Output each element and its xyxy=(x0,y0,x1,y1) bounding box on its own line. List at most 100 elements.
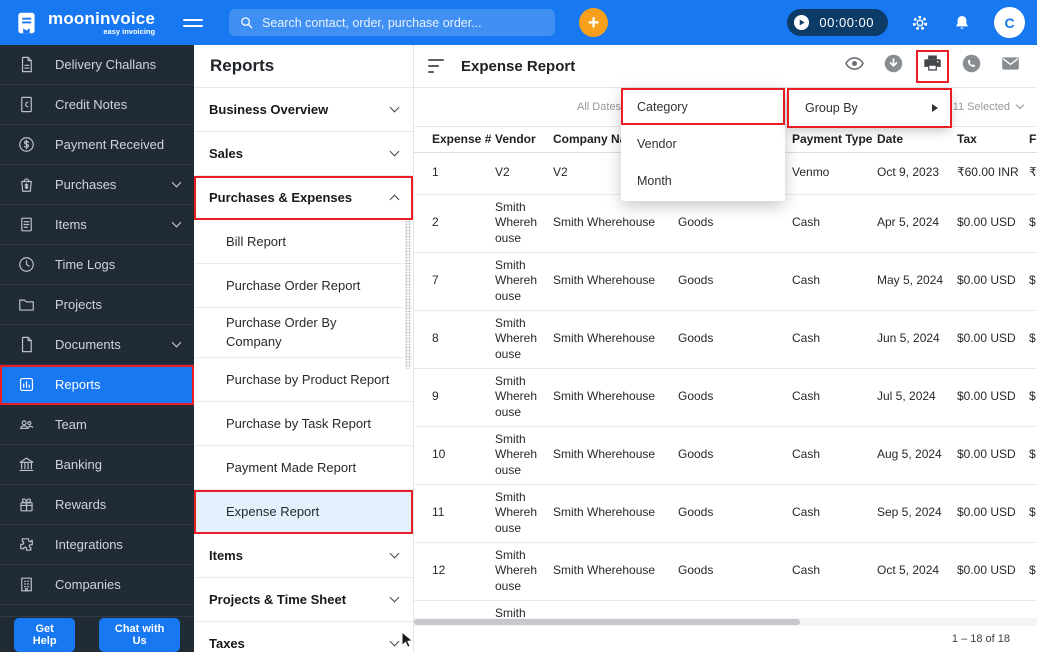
search-input[interactable] xyxy=(262,15,546,30)
play-icon[interactable] xyxy=(792,13,811,32)
table-row[interactable]: 2 Smith Wherehouse Smith Wherehouse Goods Ca… xyxy=(414,194,1037,253)
report-item-payment-made-report[interactable]: Payment Made Report xyxy=(194,446,413,490)
cell-company-name xyxy=(553,600,678,618)
chevron-down-icon xyxy=(389,636,400,647)
report-item-purchase-by-product-report[interactable]: Purchase by Product Report xyxy=(194,358,413,402)
sidebar-item-label: Team xyxy=(55,417,87,432)
report-row-label: Purchase by Task Report xyxy=(226,416,371,431)
cell-payment-type: Cash xyxy=(792,252,877,311)
cell-f: $ xyxy=(1029,310,1037,369)
sidebar-item-banking[interactable]: Banking xyxy=(0,445,194,485)
download-button[interactable] xyxy=(883,54,904,77)
sidebar-item-integrations[interactable]: Integrations xyxy=(0,525,194,565)
report-section-purchases-expenses[interactable]: Purchases & Expenses xyxy=(194,176,413,220)
companies-icon xyxy=(17,575,36,594)
sidebar-item-label: Items xyxy=(55,217,87,232)
sidebar-item-documents[interactable]: Documents xyxy=(0,325,194,365)
chevron-down-icon xyxy=(389,146,400,157)
horizontal-scrollbar[interactable] xyxy=(414,618,1037,626)
cell-company-name: Smith Wherehouse xyxy=(553,484,678,543)
sidebar: Delivery Challans Credit Notes Payment Rec… xyxy=(0,45,194,652)
global-search[interactable] xyxy=(229,9,556,36)
submenu-item-category[interactable]: Category xyxy=(621,88,785,125)
cell-category: Goods xyxy=(678,368,792,427)
sidebar-item-items[interactable]: Items xyxy=(0,205,194,245)
chat-with-us-button[interactable]: Chat with Us xyxy=(99,617,180,652)
sidebar-item-rewards[interactable]: Rewards xyxy=(0,485,194,525)
table-row[interactable]: 8 Smith Wherehouse Smith Wherehouse Goods Ca… xyxy=(414,310,1037,369)
bell-icon[interactable] xyxy=(952,13,972,33)
get-help-button[interactable]: Get Help xyxy=(14,617,76,652)
sidebar-item-team[interactable]: Team xyxy=(0,405,194,445)
report-row-label: Purchase by Product Report xyxy=(226,372,390,387)
report-item-purchase-order-report[interactable]: Purchase Order Report xyxy=(194,264,413,308)
column-header-date: Date xyxy=(877,127,957,153)
eye-button[interactable] xyxy=(844,56,865,77)
hamburger-menu-icon[interactable] xyxy=(183,16,204,30)
sidebar-item-delivery-challans[interactable]: Delivery Challans xyxy=(0,45,194,85)
report-section-items[interactable]: Items xyxy=(194,534,413,578)
add-new-button[interactable]: + xyxy=(579,8,609,37)
cell-payment-type: Cash xyxy=(792,310,877,369)
report-section-projects-time-sheet[interactable]: Projects & Time Sheet xyxy=(194,578,413,622)
print-button[interactable] xyxy=(916,49,949,83)
sidebar-item-label: Time Logs xyxy=(55,257,116,272)
print-icon xyxy=(922,53,943,79)
table-row[interactable]: 10 Smith Wherehouse Smith Wherehouse Goods C… xyxy=(414,426,1037,485)
cell-vendor: Smith Wherehouse xyxy=(495,484,553,543)
report-row-label: Business Overview xyxy=(209,102,329,117)
items-icon xyxy=(17,215,36,234)
cell-company-name: Smith Wherehouse xyxy=(553,252,678,311)
sidebar-item-purchases[interactable]: Purchases xyxy=(0,165,194,205)
table-row[interactable]: 7 Smith Wherehouse Smith Wherehouse Goods Ca… xyxy=(414,252,1037,311)
cell-vendor: V2 xyxy=(495,152,553,195)
report-item-bill-report[interactable]: Bill Report xyxy=(194,220,413,264)
banking-icon xyxy=(17,455,36,474)
table-row[interactable]: Smith Wherehouse xyxy=(414,600,1037,618)
sidebar-item-companies[interactable]: Companies xyxy=(0,565,194,605)
submenu-item-month[interactable]: Month xyxy=(621,162,785,199)
date-range-filter[interactable]: All Dates xyxy=(577,101,621,113)
report-section-taxes[interactable]: Taxes xyxy=(194,622,413,652)
sidebar-item-projects[interactable]: Projects xyxy=(0,285,194,325)
cell-tax: $0.00 USD xyxy=(957,426,1029,485)
cell-vendor: Smith Wherehouse xyxy=(495,426,553,485)
report-item-expense-report[interactable]: Expense Report xyxy=(194,490,413,534)
cell-category: Goods xyxy=(678,310,792,369)
whatsapp-button[interactable] xyxy=(961,54,982,77)
timer-widget[interactable]: 00:00:00 xyxy=(787,9,888,36)
submenu-item-vendor[interactable]: Vendor xyxy=(621,125,785,162)
report-section-sales[interactable]: Sales xyxy=(194,132,413,176)
mail-button[interactable] xyxy=(1000,56,1021,77)
cell-date xyxy=(877,600,957,618)
menu-item-group-by[interactable]: Group By xyxy=(787,88,952,128)
sidebar-item-reports[interactable]: Reports xyxy=(0,365,194,405)
page-title: Expense Report xyxy=(461,57,576,75)
report-item-purchase-order-by-company[interactable]: Purchase Order By Company xyxy=(194,308,413,358)
table-row[interactable]: 11 Smith Wherehouse Smith Wherehouse Goods C… xyxy=(414,484,1037,543)
group-by-submenu: Category Vendor Month xyxy=(621,88,785,201)
reports-panel: Reports Business Overview Sales Purchases … xyxy=(194,45,414,652)
report-row-label: Sales xyxy=(209,146,243,161)
report-row-label: Purchases & Expenses xyxy=(209,190,353,205)
report-row-label: Expense Report xyxy=(226,504,320,519)
sidebar-item-credit-notes[interactable]: Credit Notes xyxy=(0,85,194,125)
report-section-business-overview[interactable]: Business Overview xyxy=(194,88,413,132)
table-row[interactable]: 9 Smith Wherehouse Smith Wherehouse Goods Ca… xyxy=(414,368,1037,427)
avatar[interactable]: C xyxy=(994,7,1025,38)
cell-expense: 11 xyxy=(414,484,495,543)
cell-date: Oct 9, 2023 xyxy=(877,152,957,195)
table-row[interactable]: 12 Smith Wherehouse Smith Wherehouse Goods C… xyxy=(414,542,1037,601)
sidebar-item-time-logs[interactable]: Time Logs xyxy=(0,245,194,285)
sort-icon[interactable] xyxy=(428,59,446,73)
column-header-f: F xyxy=(1029,127,1037,153)
sidebar-item-payment-received[interactable]: Payment Received xyxy=(0,125,194,165)
cell-expense: 10 xyxy=(414,426,495,485)
cell-tax: $0.00 USD xyxy=(957,542,1029,601)
scrollbar-thumb[interactable] xyxy=(414,619,800,625)
brand-logo[interactable]: mooninvoice easy invoicing xyxy=(14,10,155,36)
pagination-label: 1 – 18 of 18 xyxy=(951,633,1010,645)
gear-icon[interactable] xyxy=(910,13,930,33)
report-row-label: Purchase Order Report xyxy=(226,278,361,293)
report-item-purchase-by-task-report[interactable]: Purchase by Task Report xyxy=(194,402,413,446)
